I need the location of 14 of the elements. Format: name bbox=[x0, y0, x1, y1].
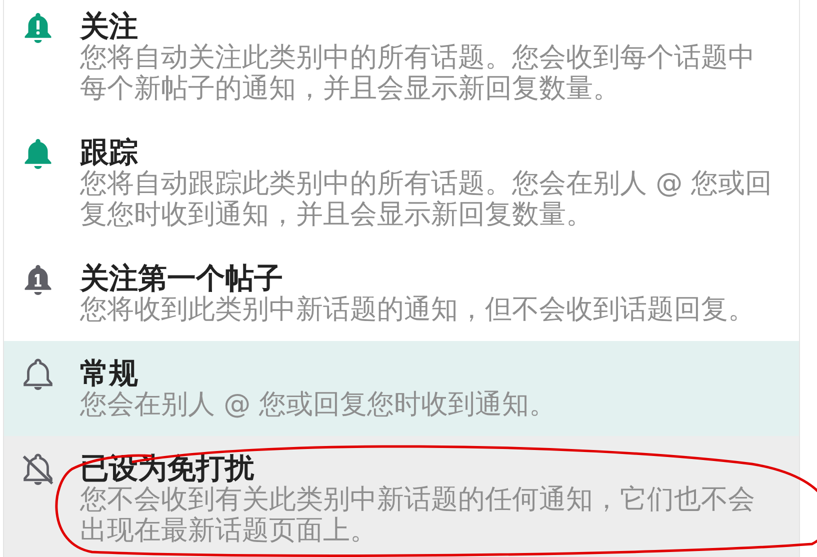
bell-slash-icon bbox=[20, 452, 56, 488]
item-title: 关注 bbox=[80, 10, 138, 42]
item-description: 您将收到此类别中新话题的通知，但不会收到话题回复。 bbox=[80, 294, 755, 325]
menu-item[interactable]: 常规 您会在别人 @ 您或回复您时收到通知。 bbox=[4, 341, 799, 436]
item-description: 您会在别人 @ 您或回复您时收到通知。 bbox=[80, 389, 556, 420]
menu-item[interactable]: 关注第一个帖子 您将收到此类别中新话题的通知，但不会收到话题回复。 bbox=[4, 246, 799, 341]
item-description: 您将自动关注此类别中的所有话题。您会收到每个话题中每个新帖子的通知，并且会显示新回复数量。 bbox=[80, 42, 756, 104]
menu-item[interactable]: 关注 您将自动关注此类别中的所有话题。您会收到每个话题中每个新帖子的通知，并且会显示新回复数量。 bbox=[4, 0, 799, 120]
item-title: 常规 bbox=[80, 357, 138, 389]
item-description: 您不会收到有关此类别中新话题的任何通知，它们也不会出现在最新话题页面上。 bbox=[80, 484, 756, 546]
item-title: 跟踪 bbox=[80, 136, 138, 168]
item-description: 您将自动跟踪此类别中的所有话题。您会在别人 @ 您或回复您时收到通知，并且会显示新回复数量。 bbox=[80, 168, 774, 230]
menu-item[interactable]: 跟踪 您将自动跟踪此类别中的所有话题。您会在别人 @ 您或回复您时收到通知，并且会显示新回复数量。 bbox=[4, 120, 799, 246]
item-title: 关注第一个帖子 bbox=[80, 262, 283, 294]
